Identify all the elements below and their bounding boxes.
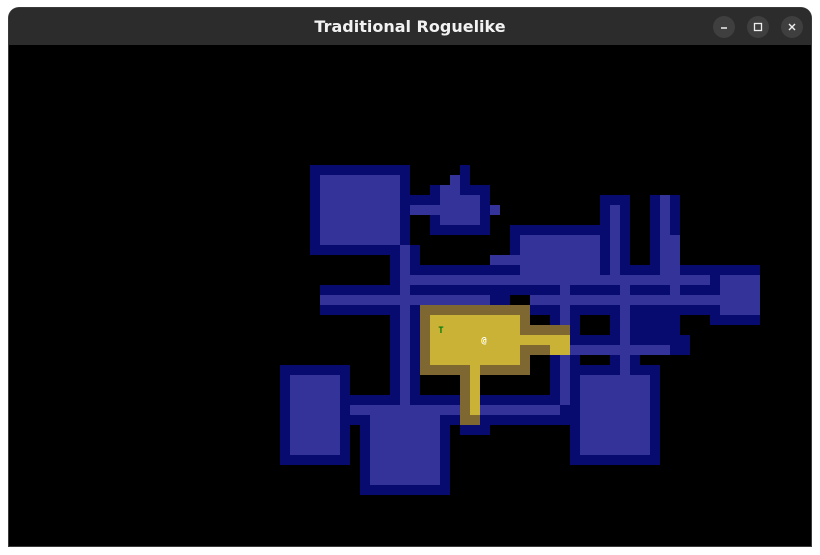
game-window: Traditional Roguelike T @ [9,8,811,546]
floor-tile [320,175,400,245]
title-bar[interactable]: Traditional Roguelike [9,8,811,45]
close-button[interactable] [781,16,803,38]
floor-tile [490,205,500,215]
maximize-button[interactable] [747,16,769,38]
floor-tile [570,345,670,355]
floor-tile [670,235,680,305]
floor-tile [580,375,650,455]
floor-tile [660,195,670,275]
minimize-icon [721,27,727,29]
floor-tile [400,245,410,405]
floor-tile [620,285,630,375]
floor-tile [490,255,520,265]
floor-tile [410,275,710,285]
wall-tile [480,185,490,235]
wall-tile [740,315,760,325]
floor-tile [350,405,470,415]
floor-tile [410,205,440,215]
floor-tile [440,195,480,225]
floor-tile [440,185,450,195]
close-icon [788,23,796,31]
player-entity: @ [481,336,487,346]
game-viewport[interactable]: T @ [9,45,811,546]
minimize-button[interactable] [713,16,735,38]
maximize-icon [753,22,763,32]
floor-tile [370,415,440,485]
floor-tile [450,175,460,195]
visible-floor-tile [430,315,520,365]
floor-tile [720,275,760,315]
floor-tile [290,375,340,455]
window-title: Traditional Roguelike [314,17,506,36]
dungeon-map: T @ [280,165,760,495]
visible-floor-tile [470,365,480,415]
visible-floor-tile [550,335,570,355]
troll-entity: T [438,326,444,336]
floor-tile [610,205,620,275]
floor-tile [480,405,560,415]
wall-tile [460,165,470,185]
floor-tile [520,235,600,275]
